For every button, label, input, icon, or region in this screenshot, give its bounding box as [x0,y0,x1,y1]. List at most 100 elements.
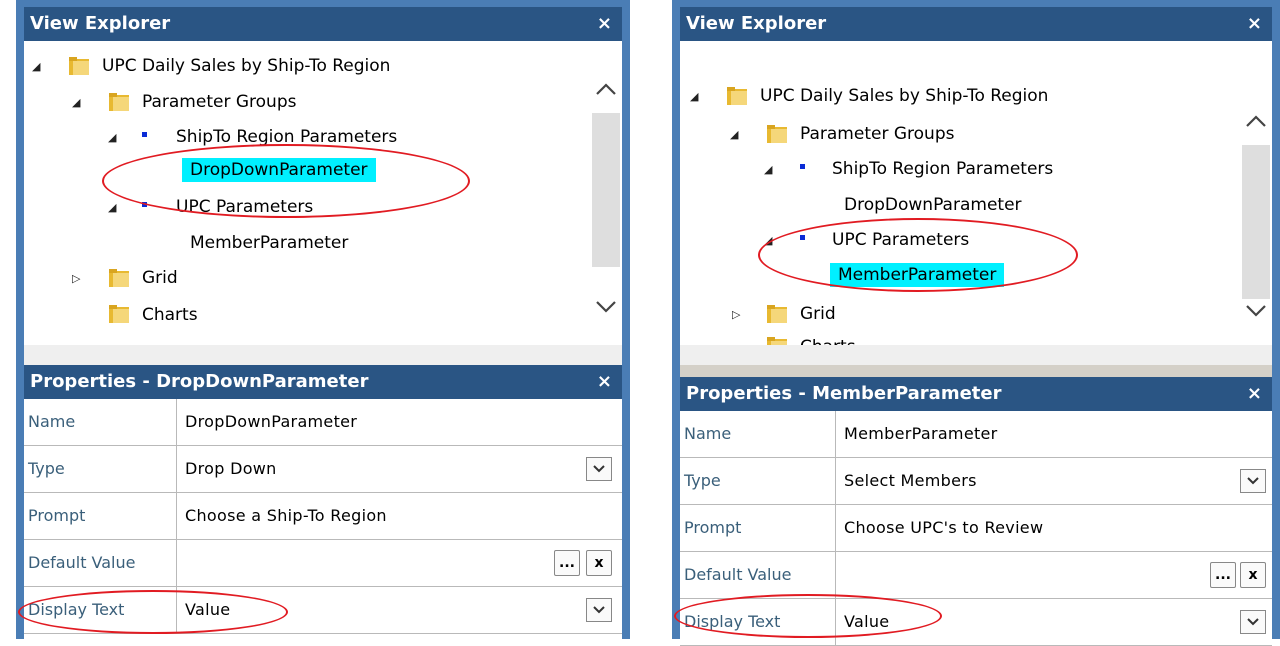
folder-icon [767,305,787,323]
splitter[interactable] [680,345,1272,365]
tree-scrollbar[interactable] [1240,41,1272,345]
scrollbar-thumb[interactable] [1242,145,1270,299]
folder-icon [109,305,129,323]
property-row-type: Type Select Members [680,458,1272,505]
tree-node-grid[interactable]: Grid [800,302,836,326]
folder-icon [727,87,747,105]
view-explorer-tree: ◢ UPC Daily Sales by Ship-To Region ◢ Pa… [680,41,1272,345]
left-panel-inner: View Explorer × ◢ UPC Daily Sales by Shi… [24,7,622,639]
bullet-icon [800,164,805,169]
chevron-down-icon [1247,618,1259,626]
property-row-prompt: Prompt Choose a Ship-To Region [24,493,622,540]
left-panel: View Explorer × ◢ UPC Daily Sales by Shi… [16,0,630,639]
folder-icon [69,57,89,75]
property-key: Prompt [24,493,177,539]
chevron-up-icon[interactable] [594,81,618,97]
property-key: Default Value [680,552,836,598]
selected-label: MemberParameter [830,263,1005,287]
property-row-default-value: Default Value ... x [680,552,1272,599]
property-key: Display Text [24,587,177,633]
right-panel: View Explorer × ◢ UPC Daily Sales by Shi… [672,0,1280,646]
tree-node-parameter-groups[interactable]: Parameter Groups [800,122,954,146]
property-key: Type [680,458,836,504]
property-row-display-text: Display Text Value [24,587,622,634]
collapse-arrow-icon[interactable]: ◢ [730,123,742,147]
tree-node-dropdown-parameter[interactable]: DropDownParameter [844,193,1022,217]
property-key: Prompt [680,505,836,551]
property-value[interactable]: MemberParameter [836,411,1272,457]
chevron-down-icon[interactable] [594,299,618,315]
property-value[interactable]: Choose UPC's to Review [836,505,1272,551]
properties-grid: Name MemberParameter Type Select Members… [680,411,1272,646]
view-explorer-header: View Explorer × [24,7,622,41]
property-row-type: Type Drop Down [24,446,622,493]
view-explorer-tree: ◢ UPC Daily Sales by Ship-To Region ◢ Pa… [24,41,622,345]
collapse-arrow-icon[interactable]: ◢ [764,158,776,182]
close-icon[interactable]: × [597,365,612,399]
property-value[interactable] [836,552,1272,598]
ellipsis-button[interactable]: ... [1210,562,1236,588]
property-value[interactable]: Select Members [836,458,1272,504]
property-value[interactable]: Drop Down [177,446,622,492]
folder-icon [109,93,129,111]
collapse-arrow-icon[interactable]: ◢ [764,229,776,253]
folder-icon [767,337,787,345]
clear-button[interactable]: x [1240,562,1266,588]
tree-node-charts[interactable]: Charts [142,303,198,327]
property-row-name: Name DropDownParameter [24,399,622,446]
tree-scrollbar[interactable] [590,41,622,345]
collapse-arrow-icon[interactable]: ◢ [108,126,120,150]
tree-node-member-parameter[interactable]: MemberParameter [190,231,348,255]
tree-node-shipto-region-parameters[interactable]: ShipTo Region Parameters [832,157,1053,181]
bullet-icon [142,202,147,207]
bullet-icon [142,132,147,137]
property-value[interactable]: DropDownParameter [177,399,622,445]
property-value[interactable]: Value [177,587,622,633]
chevron-down-icon [593,465,605,473]
view-explorer-title: View Explorer [686,13,827,34]
properties-title: Properties - DropDownParameter [30,371,369,392]
collapse-arrow-icon[interactable]: ◢ [72,91,84,115]
expand-arrow-icon[interactable]: ▷ [72,267,84,291]
collapse-arrow-icon[interactable]: ◢ [690,85,702,109]
collapse-arrow-icon[interactable]: ◢ [108,196,120,220]
tree-node-charts[interactable]: Charts [800,335,856,345]
scrollbar-thumb[interactable] [592,113,620,267]
tree-node-dropdown-parameter-selected[interactable]: DropDownParameter [182,158,376,182]
ellipsis-button[interactable]: ... [554,550,580,576]
tree-node-upc-parameters[interactable]: UPC Parameters [176,195,313,219]
tree-node-shipto-region-parameters[interactable]: ShipTo Region Parameters [176,125,397,149]
tree-node-parameter-groups[interactable]: Parameter Groups [142,90,296,114]
tree-node-grid[interactable]: Grid [142,266,178,290]
property-value[interactable]: Value [836,599,1272,645]
tree-node-root[interactable]: UPC Daily Sales by Ship-To Region [102,54,390,78]
clear-button[interactable]: x [586,550,612,576]
folder-icon [109,269,129,287]
dropdown-button[interactable] [1240,610,1266,634]
chevron-up-icon[interactable] [1244,113,1268,129]
dropdown-button[interactable] [586,457,612,481]
expand-arrow-icon[interactable]: ▷ [732,303,744,327]
tree-node-upc-parameters[interactable]: UPC Parameters [832,228,969,252]
chevron-down-icon [593,606,605,614]
property-key: Name [680,411,836,457]
dropdown-button[interactable] [1240,469,1266,493]
property-row-default-value: Default Value ... x [24,540,622,587]
chevron-down-icon[interactable] [1244,303,1268,319]
dropdown-button[interactable] [586,598,612,622]
close-icon[interactable]: × [1247,377,1262,411]
tree-node-member-parameter-selected[interactable]: MemberParameter [830,263,1005,287]
close-icon[interactable]: × [1247,7,1262,41]
property-value[interactable]: Choose a Ship-To Region [177,493,622,539]
close-icon[interactable]: × [597,7,612,41]
selected-label: DropDownParameter [182,158,376,182]
property-row-name: Name MemberParameter [680,411,1272,458]
chevron-down-icon [1247,477,1259,485]
collapse-arrow-icon[interactable]: ◢ [32,55,44,79]
property-key: Name [24,399,177,445]
properties-title: Properties - MemberParameter [686,383,1002,404]
view-explorer-title: View Explorer [30,13,171,34]
tree-node-root[interactable]: UPC Daily Sales by Ship-To Region [760,84,1048,108]
property-key: Display Text [680,599,836,645]
splitter[interactable] [24,345,622,365]
